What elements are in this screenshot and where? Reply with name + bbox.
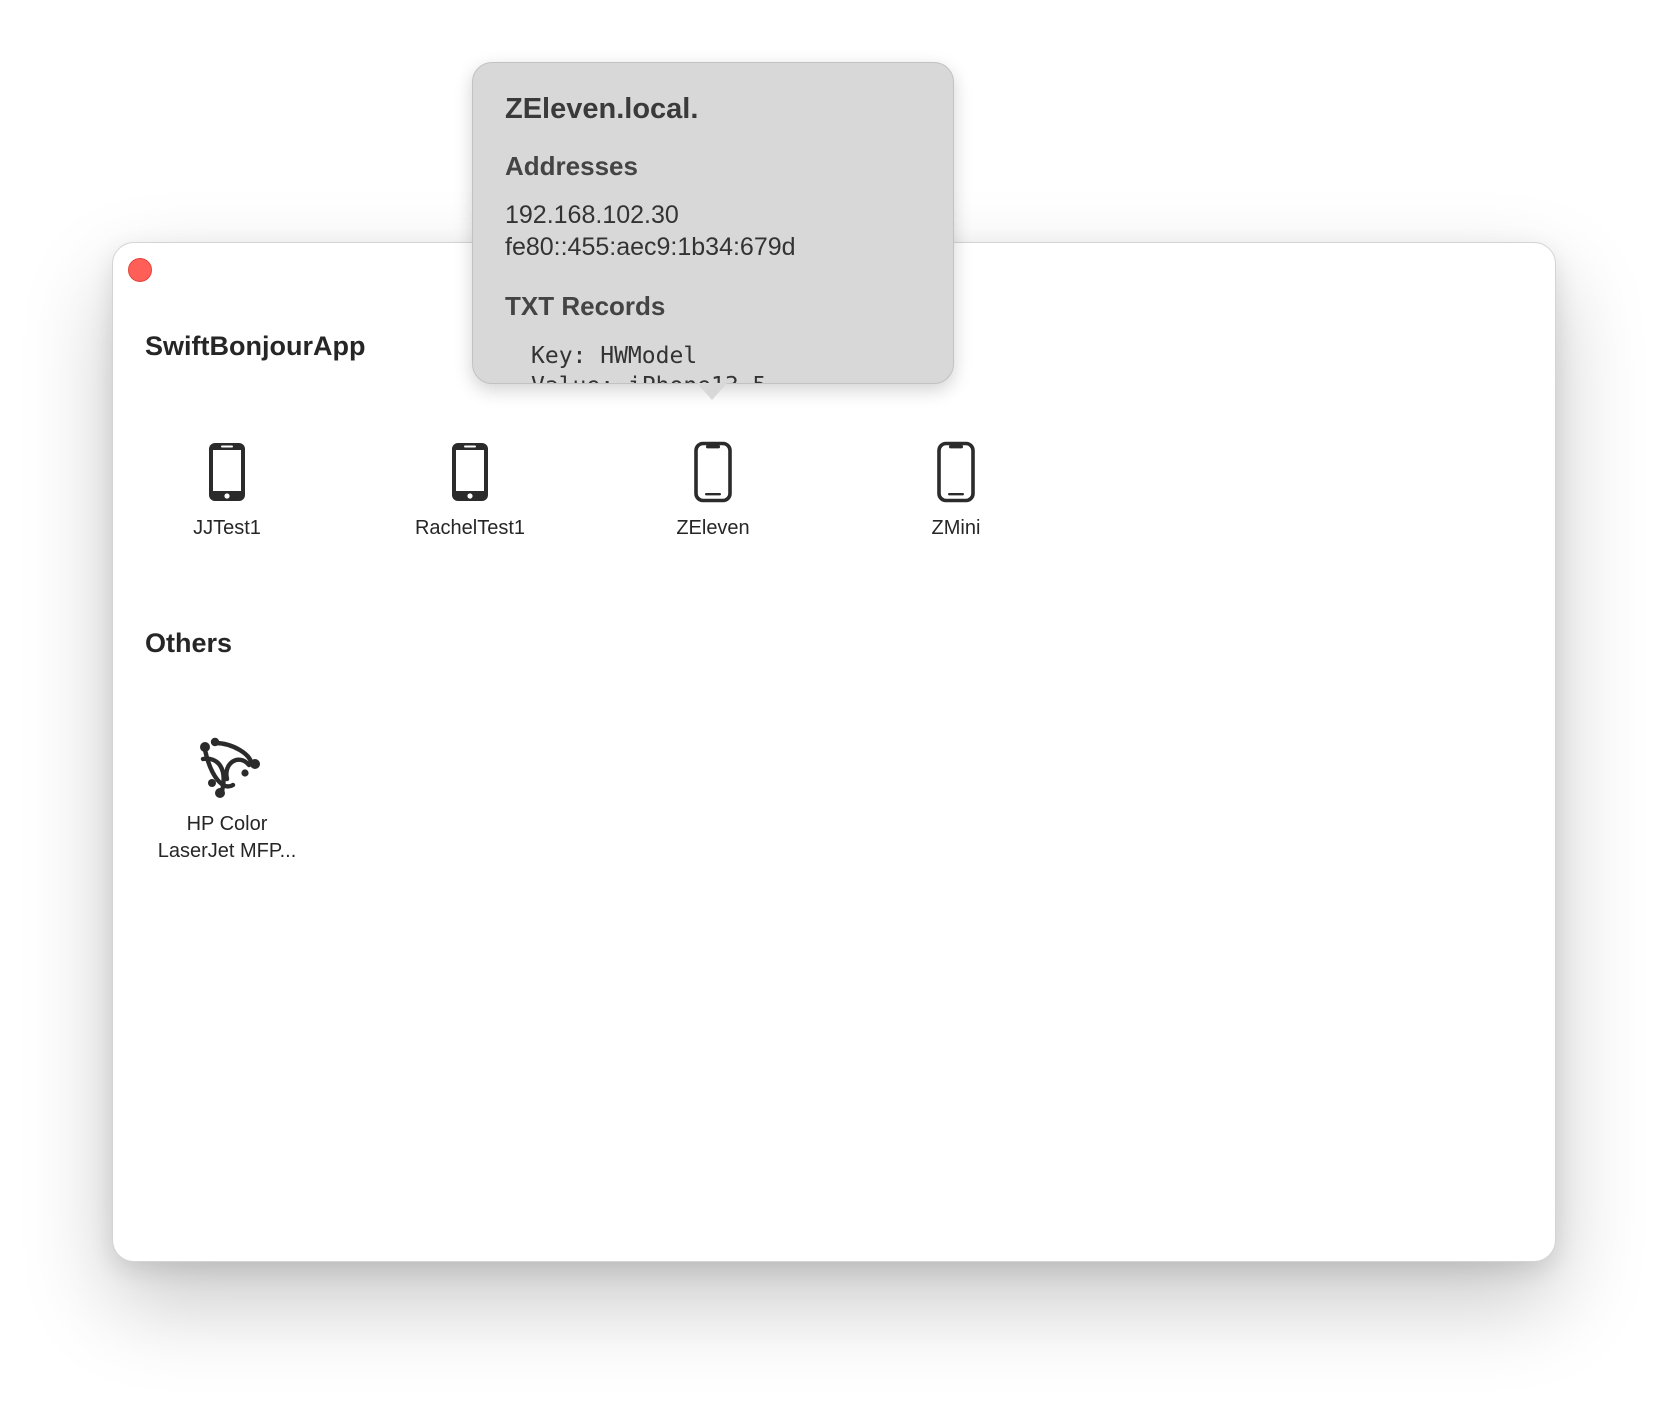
bonjour-icon [200,737,260,798]
popover-address-ipv6: fe80::455:aec9:1b34:679d [505,233,796,261]
iphone-icon [209,443,245,501]
popover-hostname: ZEleven.local. [505,93,699,125]
popover-arrow [697,383,727,400]
device-hp-color-laserjet[interactable]: HP Color LaserJet MFP... [127,737,327,865]
section-title-swiftbonjourapp: SwiftBonjourApp [145,331,366,361]
iphone-notch-icon [937,441,975,503]
popover-address-ipv4: 192.168.102.30 [505,201,679,229]
main-window: Bonjour Browser SwiftBonjourApp JJTest1 … [112,242,1556,1262]
iphone-icon [452,443,488,501]
popover-txt-key: Key: HWModel [531,343,698,369]
device-label-line1: HP Color [186,813,268,835]
device-racheltest1[interactable]: RachelTest1 [370,441,570,542]
service-info-popover: ZEleven.local. Addresses 192.168.102.30 … [472,62,954,384]
iphone-notch-icon [694,441,732,503]
device-jjtest1[interactable]: JJTest1 [127,441,327,542]
device-label: HP Color LaserJet MFP... [127,811,327,865]
device-zmini[interactable]: ZMini [856,441,1056,542]
device-label: RachelTest1 [414,517,526,539]
device-label: ZEleven [676,517,750,539]
device-label: ZMini [931,517,981,539]
section-title-others: Others [145,628,233,658]
device-label: JJTest1 [193,517,261,539]
popover-addresses-heading: Addresses [505,151,638,181]
popover-txt-value: Value: iPhone13,5 [531,373,766,383]
popover-txt-heading: TXT Records [505,291,666,321]
device-label-line2: LaserJet MFP... [157,840,297,862]
device-zeleven[interactable]: ZEleven [613,441,813,542]
